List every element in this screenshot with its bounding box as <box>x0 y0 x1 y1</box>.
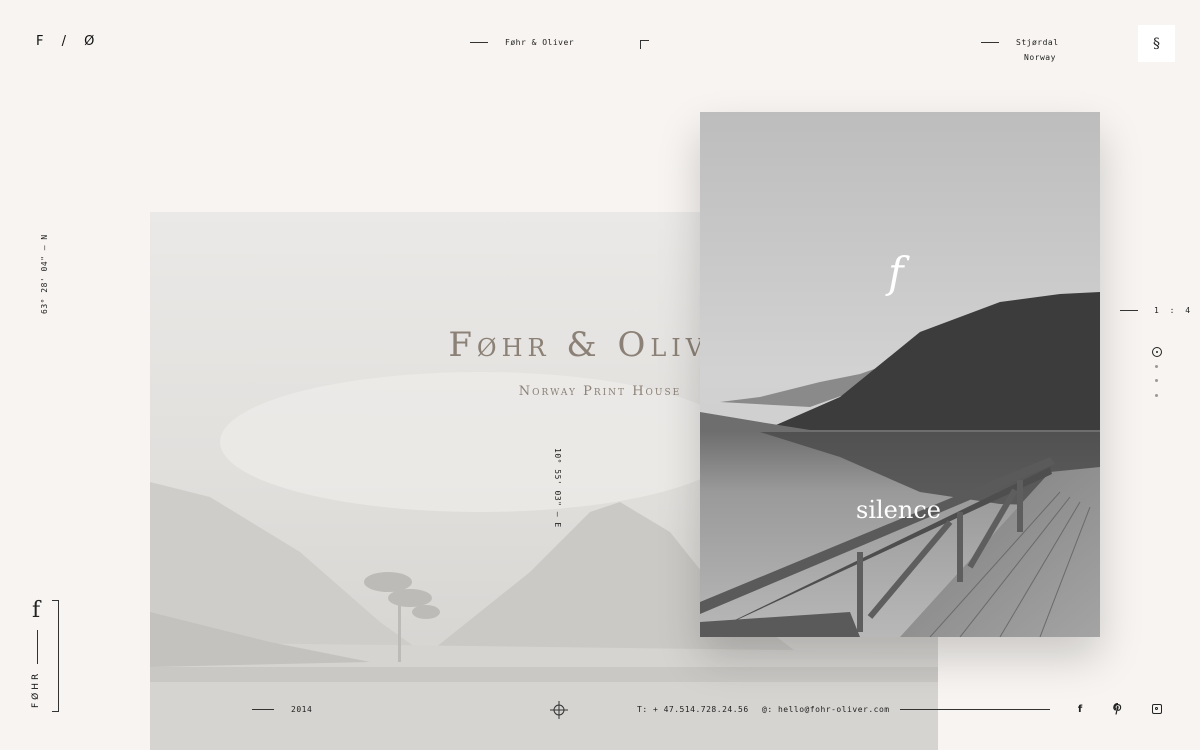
footer-year: 2014 <box>291 705 313 714</box>
divider-line <box>981 42 999 43</box>
divider-line <box>37 630 38 664</box>
slide-dot[interactable] <box>1155 379 1158 382</box>
slide-dot[interactable] <box>1155 365 1158 368</box>
site-logo[interactable]: F / Ø <box>36 34 101 49</box>
header-brand-name: Føhr & Oliver <box>505 38 575 47</box>
side-brand-monogram: f <box>32 598 41 623</box>
slide-dot[interactable] <box>1155 394 1158 397</box>
facebook-icon[interactable]: f <box>1073 702 1087 716</box>
side-brand-word: FØHR <box>31 670 41 708</box>
latitude-label: 63° 28' 04" — N <box>40 234 49 314</box>
side-brand: f FØHR <box>28 598 60 714</box>
divider-line <box>252 709 274 710</box>
card-monogram: f <box>888 248 904 297</box>
menu-button[interactable]: § <box>1138 25 1175 62</box>
divider-line <box>1120 310 1138 311</box>
footer-phone[interactable]: T: + 47.514.728.24.56 <box>637 705 749 714</box>
featured-photo-card[interactable] <box>700 112 1100 637</box>
corner-mark-icon <box>640 40 649 49</box>
longitude-label: 10° 55' 03" — E <box>553 448 562 528</box>
bracket-line <box>52 600 58 601</box>
pinterest-icon[interactable] <box>1111 702 1125 716</box>
slide-dot-active[interactable] <box>1152 347 1162 357</box>
instagram-icon[interactable] <box>1150 702 1164 716</box>
card-word: silence <box>856 496 941 524</box>
location-country: Norway <box>1024 53 1056 62</box>
s-icon: § <box>1153 35 1160 52</box>
divider-line <box>470 42 488 43</box>
divider-line <box>900 709 1050 710</box>
footer-email[interactable]: @: hello@fohr-oliver.com <box>762 705 890 714</box>
bracket-line <box>52 711 58 712</box>
location-city: Stjørdal <box>1016 38 1059 47</box>
crosshair-icon[interactable] <box>550 701 568 719</box>
bracket-line <box>58 600 59 712</box>
hero-subtitle: Norway Print House <box>518 384 682 399</box>
slide-counter: 1 : 4 <box>1154 306 1194 315</box>
